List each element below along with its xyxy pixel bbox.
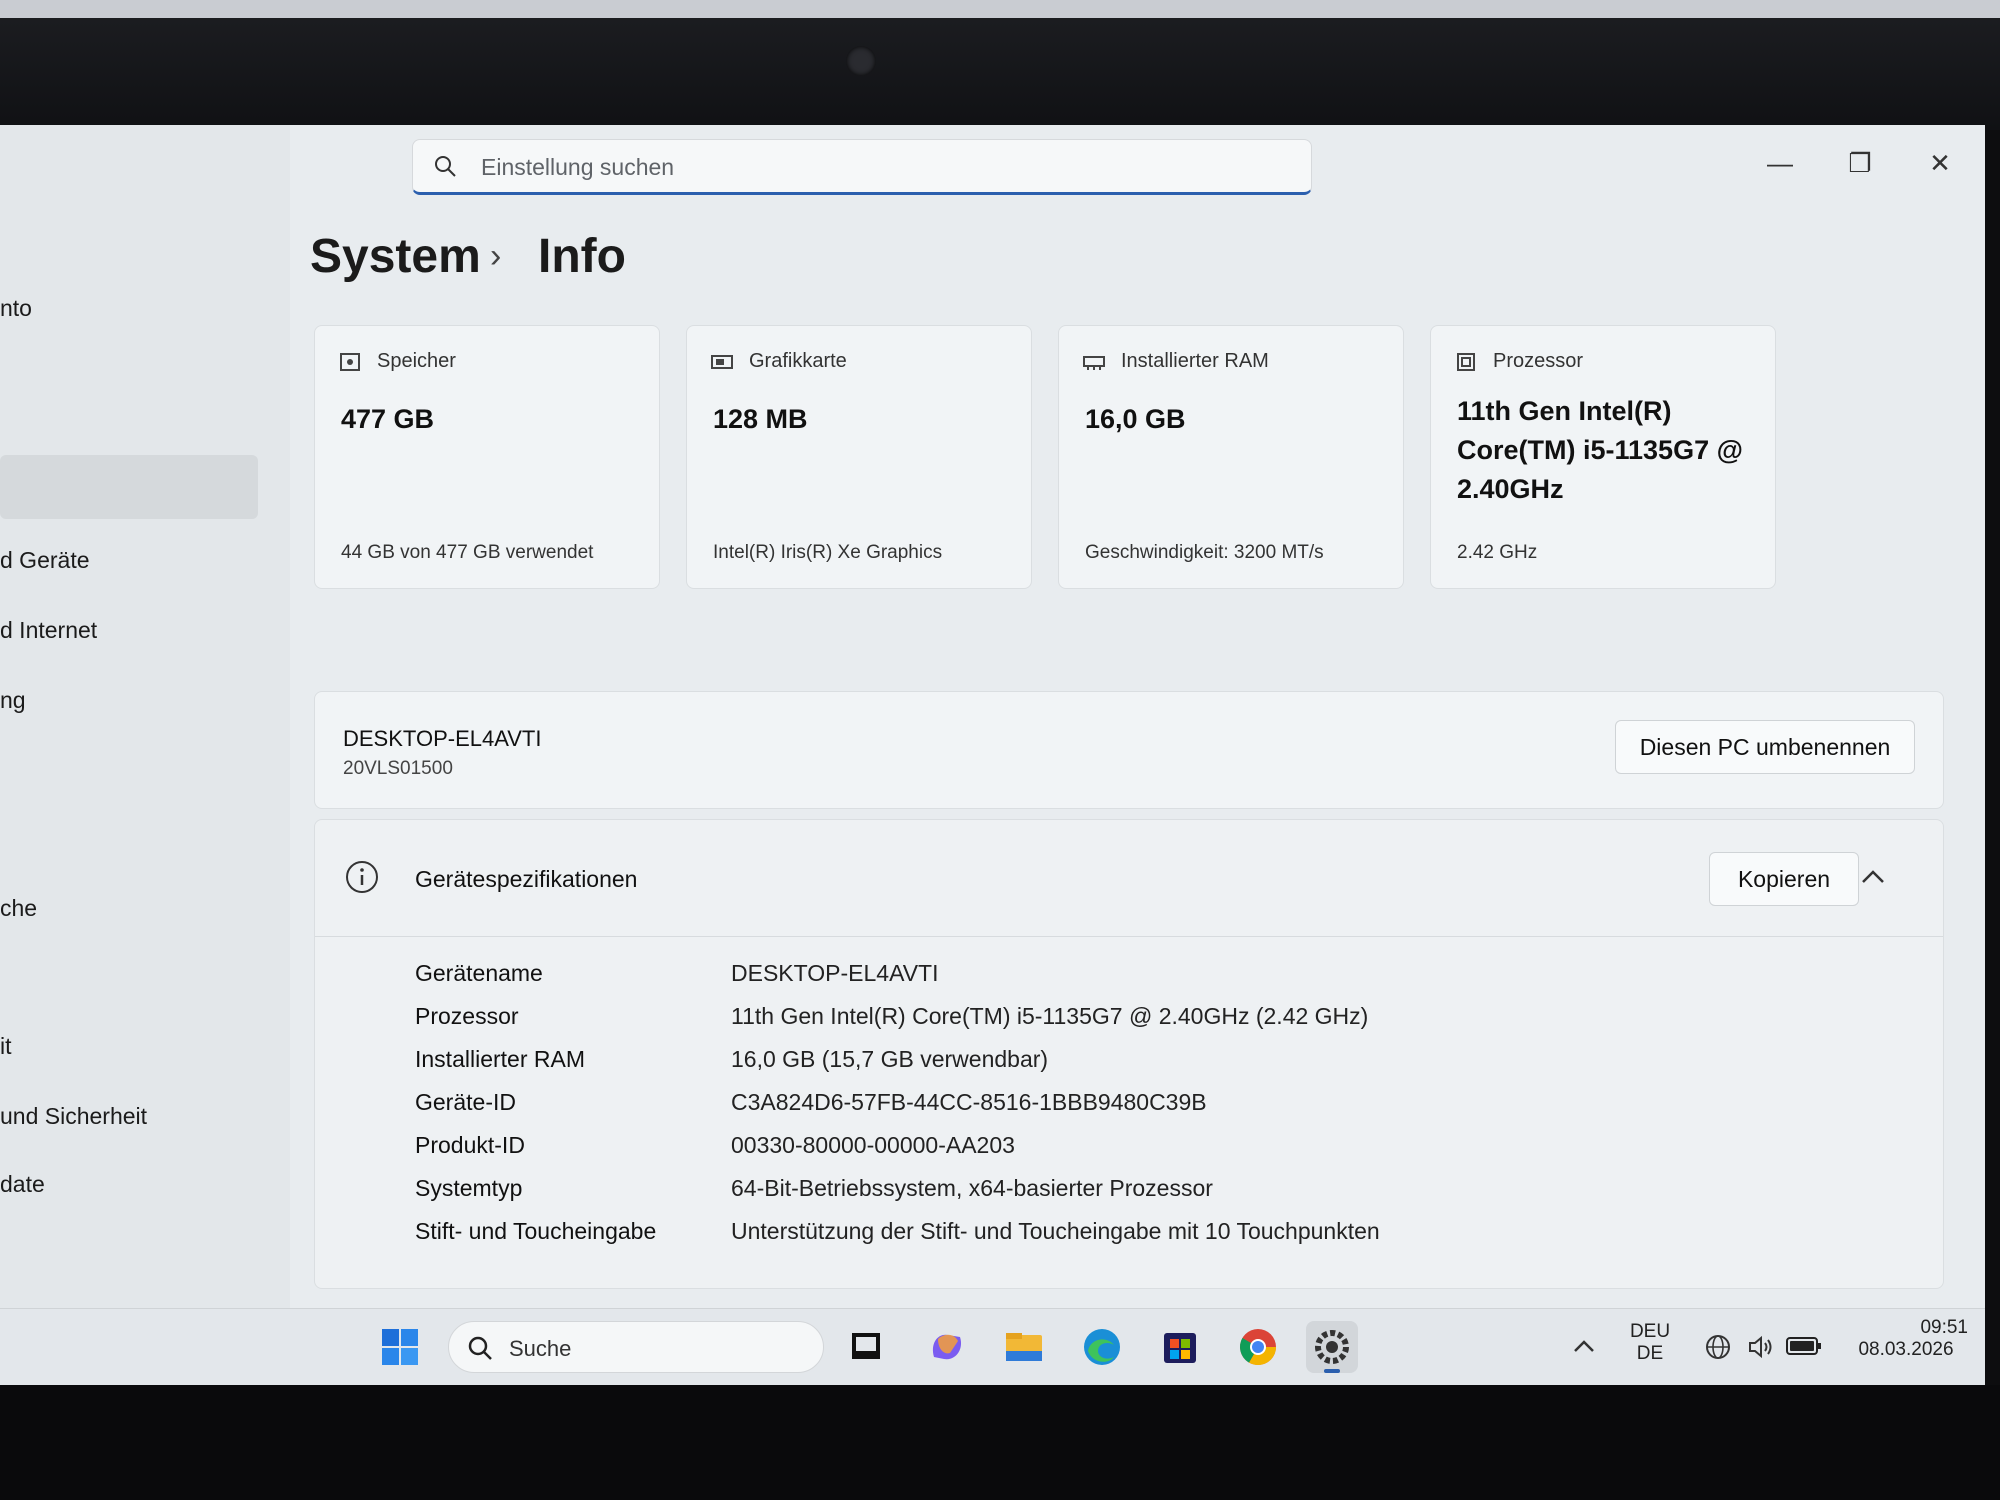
spec-row-device-id: Geräte-ID C3A824D6-57FB-44CC-8516-1BBB94… (315, 1089, 1943, 1129)
sidebar-item-privacy-security[interactable]: und Sicherheit (0, 1103, 147, 1130)
card-subtext: 44 GB von 477 GB verwendet (341, 542, 594, 563)
card-value: 128 MB (713, 404, 808, 434)
taskbar: Suche DEU DE 09:51 08.03.2026 (0, 1308, 1985, 1385)
spec-key: Produkt-ID (415, 1132, 525, 1158)
search-icon (435, 156, 456, 177)
settings-sidebar: nto d Geräte d Internet ng che it und Si… (0, 125, 290, 1308)
taskbar-search-input[interactable]: Suche (448, 1321, 824, 1373)
close-button[interactable]: ✕ (1920, 143, 1960, 183)
search-placeholder: Einstellung suchen (481, 154, 675, 180)
clock[interactable]: 09:51 08.03.2026 (1836, 1317, 1976, 1361)
spec-key: Stift- und Toucheingabe (415, 1218, 657, 1244)
rename-pc-button[interactable]: Diesen PC umbenennen (1615, 720, 1915, 774)
chevron-up-icon[interactable] (1859, 866, 1887, 886)
monitor-bezel-bottom (0, 1385, 2000, 1500)
spec-row-system-type: Systemtyp 64-Bit-Betriebssystem, x64-bas… (315, 1175, 1943, 1215)
card-value: 16,0 GB (1085, 404, 1186, 434)
spec-value[interactable]: 16,0 GB (15,7 GB verwendbar) (731, 1046, 1048, 1073)
clock-time: 09:51 (1920, 1317, 1968, 1338)
microsoft-store-icon[interactable] (1154, 1321, 1206, 1373)
pc-name: DESKTOP-EL4AVTI (343, 726, 542, 751)
copy-button[interactable]: Kopieren (1709, 852, 1859, 906)
language-indicator[interactable]: DEU DE (1620, 1321, 1680, 1365)
spec-value[interactable]: Unterstützung der Stift- und Toucheingab… (731, 1218, 1380, 1245)
sidebar-item-system-selected[interactable] (0, 455, 258, 519)
spec-key: Prozessor (415, 1003, 519, 1029)
battery-icon[interactable] (1786, 1335, 1822, 1357)
spec-row-pen-touch: Stift- und Toucheingabe Unterstützung de… (315, 1218, 1943, 1258)
card-subtext: 2.42 GHz (1457, 542, 1538, 563)
clock-date: 08.03.2026 (1858, 1339, 1954, 1360)
spec-key: Installierter RAM (415, 1046, 585, 1072)
gpu-card[interactable]: Grafikkarte 128 MB Intel(R) Iris(R) Xe G… (686, 325, 1032, 589)
settings-search-input[interactable]: Einstellung suchen (412, 139, 1312, 195)
pc-model: 20VLS01500 (343, 758, 453, 779)
processor-card[interactable]: Prozessor 11th Gen Intel(R) Core(TM) i5-… (1430, 325, 1776, 589)
monitor-top-edge (0, 0, 2000, 18)
spec-value[interactable]: 11th Gen Intel(R) Core(TM) i5-1135G7 @ 2… (731, 1003, 1368, 1030)
card-subtext: Intel(R) Iris(R) Xe Graphics (713, 542, 943, 563)
monitor-bezel-top (0, 0, 2000, 130)
spec-value[interactable]: 00330-80000-00000-AA203 (731, 1132, 1015, 1159)
card-label: Speicher (377, 350, 456, 372)
storage-icon (340, 353, 360, 371)
sidebar-item-gaming[interactable]: che (0, 895, 37, 922)
card-subtext: Geschwindigkeit: 3200 MT/s (1085, 542, 1324, 563)
screen: nto d Geräte d Internet ng che it und Si… (0, 125, 1985, 1385)
info-icon (346, 861, 378, 893)
card-label: Installierter RAM (1121, 350, 1269, 372)
keyboard-layout: DE (1636, 1343, 1664, 1364)
search-icon (468, 1336, 492, 1360)
windows-start-icon[interactable] (374, 1321, 426, 1373)
sidebar-item-personalization[interactable]: ng (0, 687, 26, 714)
minimize-button[interactable]: — (1760, 143, 1800, 183)
sidebar-item-network-internet[interactable]: d Internet (0, 617, 97, 644)
ram-icon (1083, 356, 1105, 370)
maximize-button[interactable]: ❐ (1840, 143, 1880, 183)
sidebar-item-bluetooth-devices[interactable]: d Geräte (0, 547, 90, 574)
volume-icon[interactable] (1746, 1333, 1774, 1361)
storage-card[interactable]: Speicher 477 GB 44 GB von 477 GB verwend… (314, 325, 660, 589)
device-specs-title: Gerätespezifikationen (415, 866, 638, 892)
task-view-icon[interactable] (840, 1321, 892, 1373)
device-specs-section: Gerätespezifikationen Kopieren Gerätenam… (314, 819, 1944, 1289)
edge-browser-icon[interactable] (1076, 1321, 1128, 1373)
spec-row-processor: Prozessor 11th Gen Intel(R) Core(TM) i5-… (315, 1003, 1943, 1043)
device-specs-header[interactable]: Gerätespezifikationen Kopieren (315, 820, 1943, 937)
cpu-icon (1457, 353, 1475, 371)
file-explorer-icon[interactable] (998, 1321, 1050, 1373)
spec-row-device-name: Gerätename DESKTOP-EL4AVTI (315, 960, 1943, 1000)
spec-row-product-id: Produkt-ID 00330-80000-00000-AA203 (315, 1132, 1943, 1172)
webcam (846, 46, 876, 76)
card-value: 11th Gen Intel(R) Core(TM) i5-1135G7 @ 2… (1457, 396, 1743, 504)
spec-value[interactable]: DESKTOP-EL4AVTI (731, 960, 939, 987)
breadcrumb-system[interactable]: System (310, 229, 481, 284)
card-value: 477 GB (341, 404, 435, 434)
spec-row-ram: Installierter RAM 16,0 GB (15,7 GB verwe… (315, 1046, 1943, 1086)
network-globe-icon[interactable] (1704, 1333, 1732, 1361)
spec-key: Systemtyp (415, 1175, 523, 1201)
chevron-right-icon: › (490, 237, 502, 275)
spec-value[interactable]: 64-Bit-Betriebssystem, x64-basierter Pro… (731, 1175, 1213, 1202)
sidebar-item-windows-update[interactable]: date (0, 1171, 45, 1198)
settings-window: Einstellung suchen — ❐ ✕ System › Info S… (290, 125, 1985, 1308)
card-label: Prozessor (1493, 350, 1584, 372)
gpu-icon (711, 355, 733, 369)
ram-card[interactable]: Installierter RAM 16,0 GB Geschwindigkei… (1058, 325, 1404, 589)
card-label: Grafikkarte (749, 350, 847, 372)
spec-key: Gerätename (415, 960, 543, 986)
taskbar-search-label: Suche (509, 1336, 572, 1361)
language-code: DEU (1629, 1321, 1671, 1342)
spec-key: Geräte-ID (415, 1089, 516, 1115)
settings-gear-icon[interactable] (1306, 1321, 1358, 1373)
copilot-icon[interactable] (920, 1321, 972, 1373)
pc-name-section: DESKTOP-EL4AVTI 20VLS01500 Diesen PC umb… (314, 691, 1944, 809)
chevron-up-icon[interactable] (1572, 1337, 1596, 1355)
page-title: Info (538, 230, 626, 283)
spec-value[interactable]: C3A824D6-57FB-44CC-8516-1BBB9480C39B (731, 1089, 1207, 1116)
sidebar-item-accessibility[interactable]: it (0, 1033, 12, 1060)
sidebar-item-account[interactable]: nto (0, 295, 32, 322)
chrome-browser-icon[interactable] (1232, 1321, 1284, 1373)
